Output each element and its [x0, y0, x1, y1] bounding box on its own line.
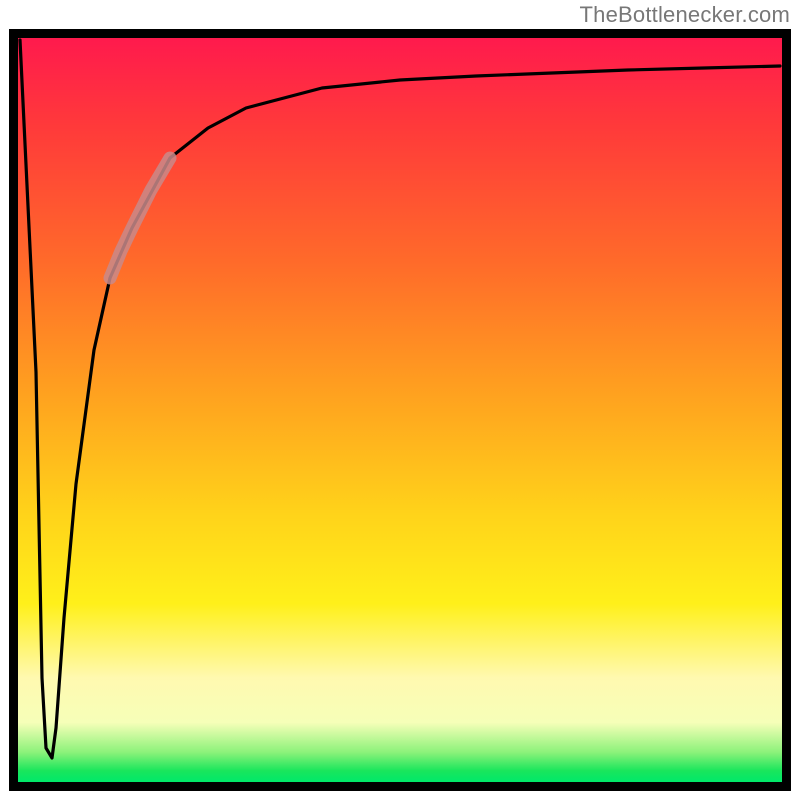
- chart-container: TheBottlenecker.com: [0, 0, 800, 800]
- curve-layer: [18, 38, 782, 782]
- attribution-text: TheBottlenecker.com: [580, 2, 790, 28]
- highlight-segment: [110, 158, 170, 278]
- chart-frame: [9, 29, 791, 791]
- plot-area: [18, 38, 782, 782]
- bottleneck-curve: [20, 40, 780, 758]
